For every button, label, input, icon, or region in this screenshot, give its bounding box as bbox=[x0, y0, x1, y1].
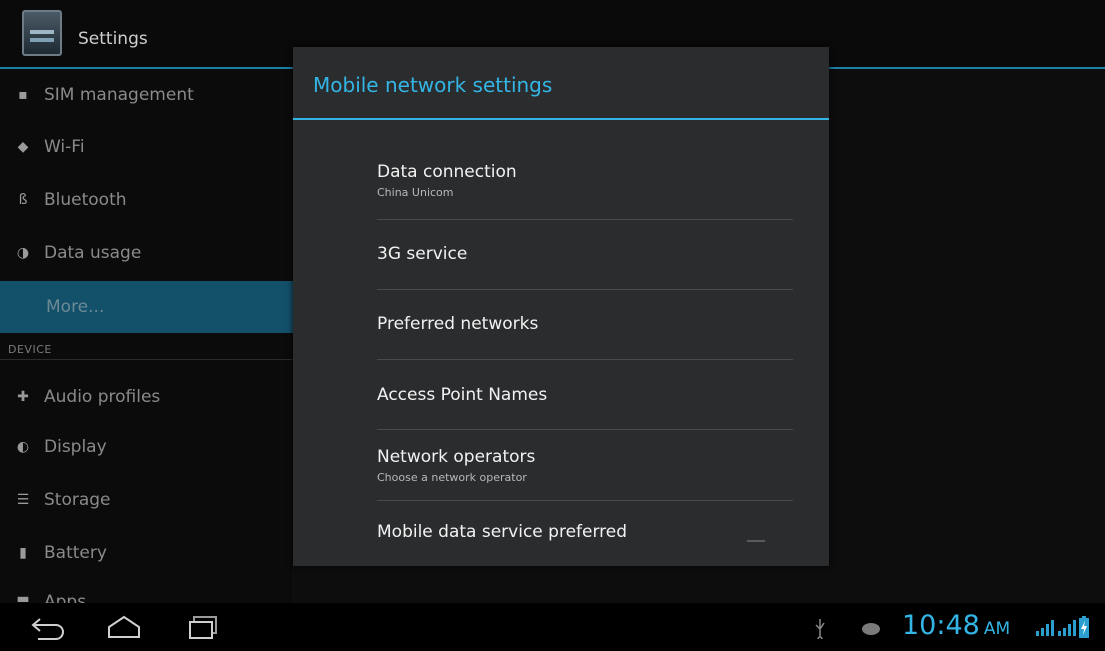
pref-title: Mobile data service preferred bbox=[377, 522, 628, 542]
list-divider bbox=[377, 429, 793, 430]
sidebar-item-more[interactable]: More... bbox=[0, 281, 293, 333]
signal-strength-icon bbox=[1036, 620, 1054, 636]
pref-title: Access Point Names bbox=[377, 385, 548, 405]
sidebar-item-storage[interactable]: ☰ Storage bbox=[0, 474, 293, 526]
list-divider bbox=[377, 359, 793, 360]
sidebar-item-label: Battery bbox=[44, 543, 107, 563]
recent-apps-icon[interactable] bbox=[186, 613, 222, 641]
audio-profiles-icon: ✚ bbox=[17, 389, 29, 405]
sidebar-item-label: Display bbox=[44, 437, 107, 457]
pref-access-point-names[interactable]: Access Point Names bbox=[377, 385, 793, 405]
sidebar-item-data-usage[interactable]: ◑ Data usage bbox=[0, 227, 293, 279]
pref-network-operators[interactable]: Network operators Choose a network opera… bbox=[377, 447, 793, 484]
section-header-device: DEVICE bbox=[0, 340, 293, 360]
signal-strength-icon-2 bbox=[1058, 620, 1076, 636]
data-usage-icon: ◑ bbox=[16, 245, 30, 261]
sidebar-item-label: More... bbox=[46, 297, 105, 317]
bluetooth-icon: ß bbox=[18, 192, 28, 208]
list-divider bbox=[377, 500, 793, 501]
sidebar-item-label: Apps bbox=[44, 592, 87, 603]
mobile-network-dialog: Mobile network settings Data connection … bbox=[293, 47, 829, 566]
sidebar-item-display[interactable]: ◐ Display bbox=[0, 421, 293, 473]
list-divider bbox=[377, 219, 793, 220]
pref-data-connection[interactable]: Data connection China Unicom bbox=[377, 162, 793, 199]
app-title: Settings bbox=[78, 29, 148, 49]
storage-icon: ☰ bbox=[16, 492, 30, 508]
sidebar-item-label: SIM management bbox=[44, 85, 194, 105]
sidebar-item-label: Bluetooth bbox=[44, 190, 127, 210]
pref-summary: China Unicom bbox=[377, 186, 454, 199]
list-divider bbox=[377, 289, 793, 290]
clock-ampm: AM bbox=[983, 619, 1011, 639]
sidebar-item-bluetooth[interactable]: ß Bluetooth bbox=[0, 174, 293, 226]
home-icon[interactable] bbox=[106, 613, 142, 641]
sidebar-item-label: Data usage bbox=[44, 243, 142, 263]
back-icon[interactable] bbox=[30, 613, 66, 641]
display-icon: ◐ bbox=[16, 439, 30, 455]
clock-time: 10:48 bbox=[902, 610, 980, 641]
dialog-title-divider bbox=[293, 118, 829, 120]
dialog-title: Mobile network settings bbox=[313, 73, 553, 97]
pref-mobile-data-service-preferred[interactable]: Mobile data service preferred bbox=[377, 522, 793, 542]
pref-title: Network operators bbox=[377, 447, 536, 467]
usb-icon bbox=[815, 619, 825, 639]
pref-preferred-networks[interactable]: Preferred networks bbox=[377, 314, 793, 334]
sidebar-item-sim-management[interactable]: ▪ SIM management bbox=[0, 69, 293, 121]
pref-3g-service[interactable]: 3G service bbox=[377, 244, 793, 264]
settings-app-icon[interactable] bbox=[22, 10, 62, 56]
pref-title: 3G service bbox=[377, 244, 468, 264]
sidebar-item-apps[interactable]: ▬ Apps bbox=[0, 579, 293, 603]
wifi-icon: ◆ bbox=[17, 139, 29, 155]
settings-sidebar: ▪ SIM management ◆ Wi-Fi ß Bluetooth ◑ D… bbox=[0, 69, 293, 603]
sidebar-item-battery[interactable]: ▮ Battery bbox=[0, 527, 293, 579]
battery-charging-icon bbox=[1079, 616, 1089, 638]
sidebar-item-wifi[interactable]: ◆ Wi-Fi bbox=[0, 121, 293, 173]
pref-title: Data connection bbox=[377, 162, 517, 182]
sidebar-item-label: Storage bbox=[44, 490, 111, 510]
sim-icon: ▪ bbox=[18, 87, 28, 103]
sidebar-item-label: Wi-Fi bbox=[44, 137, 85, 157]
sidebar-item-label: Audio profiles bbox=[44, 387, 161, 407]
android-debug-icon bbox=[862, 623, 880, 635]
status-clock: 10:48 AM bbox=[902, 610, 1010, 641]
pref-summary: Choose a network operator bbox=[377, 471, 527, 484]
battery-icon: ▮ bbox=[19, 545, 27, 561]
sidebar-item-audio-profiles[interactable]: ✚ Audio profiles bbox=[0, 371, 293, 423]
apps-icon: ▬ bbox=[16, 591, 30, 603]
mobile-data-preferred-checkbox[interactable] bbox=[747, 540, 765, 550]
pref-title: Preferred networks bbox=[377, 314, 539, 334]
